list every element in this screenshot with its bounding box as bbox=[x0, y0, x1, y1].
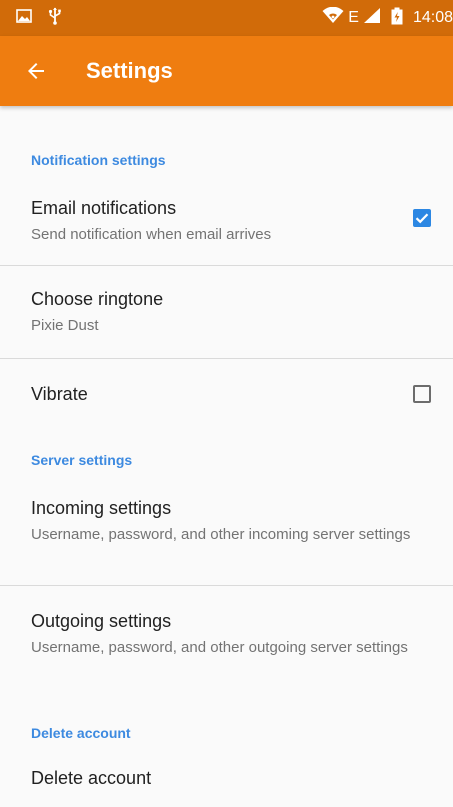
arrow-back-icon[interactable] bbox=[24, 59, 48, 83]
section-header-server-settings: Server settings bbox=[31, 452, 133, 468]
usb-icon bbox=[48, 7, 62, 30]
pref-title: Delete account bbox=[31, 768, 152, 788]
signal-icon bbox=[363, 7, 381, 29]
pref-vibrate[interactable]: Vibrate bbox=[0, 359, 453, 429]
vibrate-checkbox[interactable] bbox=[413, 385, 431, 403]
pref-summary: Username, password, and other outgoing s… bbox=[31, 639, 408, 656]
pref-title: Outgoing settings bbox=[31, 611, 172, 631]
app-bar: Settings bbox=[0, 36, 453, 106]
battery-icon bbox=[391, 7, 403, 30]
image-icon bbox=[16, 8, 32, 28]
section-header-delete-account: Delete account bbox=[31, 725, 131, 741]
email-notifications-checkbox[interactable] bbox=[413, 209, 431, 227]
pref-email-notifications[interactable]: Email notifications Send notification wh… bbox=[0, 185, 453, 265]
pref-delete-account[interactable]: Delete account bbox=[0, 752, 453, 807]
checkmark-icon bbox=[415, 213, 429, 224]
status-clock: 14:08 bbox=[412, 9, 453, 26]
pref-outgoing-settings[interactable]: Outgoing settings Username, password, an… bbox=[0, 586, 453, 696]
pref-summary: Send notification when email arrives bbox=[31, 226, 272, 243]
section-header-notification-settings: Notification settings bbox=[31, 152, 166, 168]
pref-title: Email notifications bbox=[31, 198, 177, 218]
pref-summary: Username, password, and other incoming s… bbox=[31, 526, 411, 543]
wifi-icon bbox=[322, 6, 344, 29]
pref-incoming-settings[interactable]: Incoming settings Username, password, an… bbox=[0, 485, 453, 585]
pref-title: Incoming settings bbox=[31, 498, 172, 518]
status-bar: E 14:08 bbox=[0, 0, 453, 36]
pref-choose-ringtone[interactable]: Choose ringtone Pixie Dust bbox=[0, 266, 453, 358]
pref-summary: Pixie Dust bbox=[31, 317, 99, 334]
page-title: Settings bbox=[86, 58, 173, 83]
network-type-label: E bbox=[348, 9, 359, 26]
pref-title: Choose ringtone bbox=[31, 289, 164, 309]
pref-title: Vibrate bbox=[31, 384, 88, 404]
